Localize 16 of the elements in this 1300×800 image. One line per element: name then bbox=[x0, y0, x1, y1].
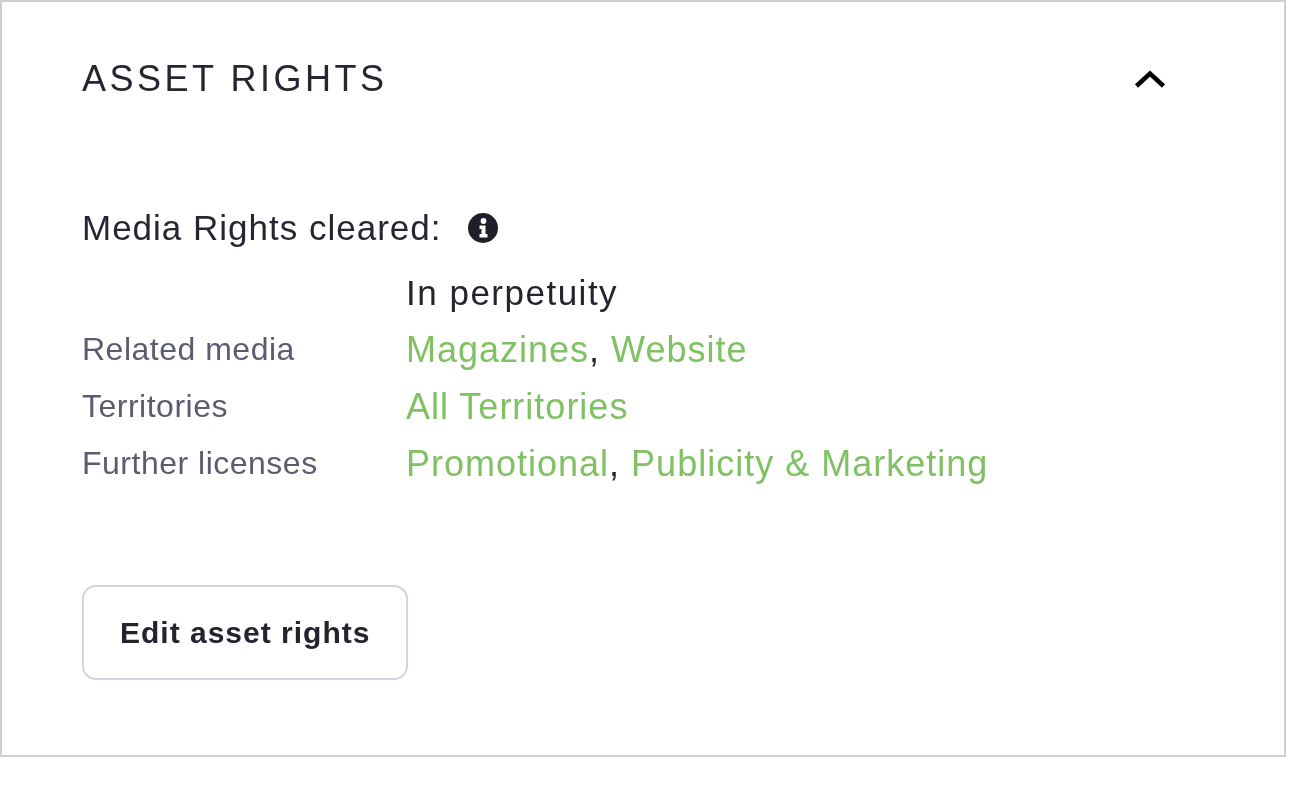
value-list: Promotional, Publicity & Marketing bbox=[406, 442, 989, 485]
media-link[interactable]: Publicity & Marketing bbox=[631, 442, 989, 484]
period-value: In perpetuity bbox=[406, 272, 619, 313]
edit-button[interactable]: Edit asset rights bbox=[82, 585, 409, 680]
info-icon[interactable] bbox=[467, 213, 498, 243]
field-label: Media Rights cleared: bbox=[82, 207, 442, 249]
chevron-up-icon[interactable] bbox=[1134, 69, 1166, 89]
media-link[interactable]: All Territories bbox=[406, 385, 629, 427]
media-link[interactable]: Promotional bbox=[406, 442, 610, 484]
media-link[interactable]: Website bbox=[611, 328, 748, 370]
panel-title: ASSET RIGHTS bbox=[82, 57, 388, 101]
media-link[interactable]: Magazines bbox=[406, 328, 590, 370]
row-label: Further licenses bbox=[82, 445, 319, 482]
row-label: Territories bbox=[82, 388, 229, 425]
row-label: Related media bbox=[82, 331, 296, 368]
value-list: Magazines, Website bbox=[406, 328, 748, 371]
